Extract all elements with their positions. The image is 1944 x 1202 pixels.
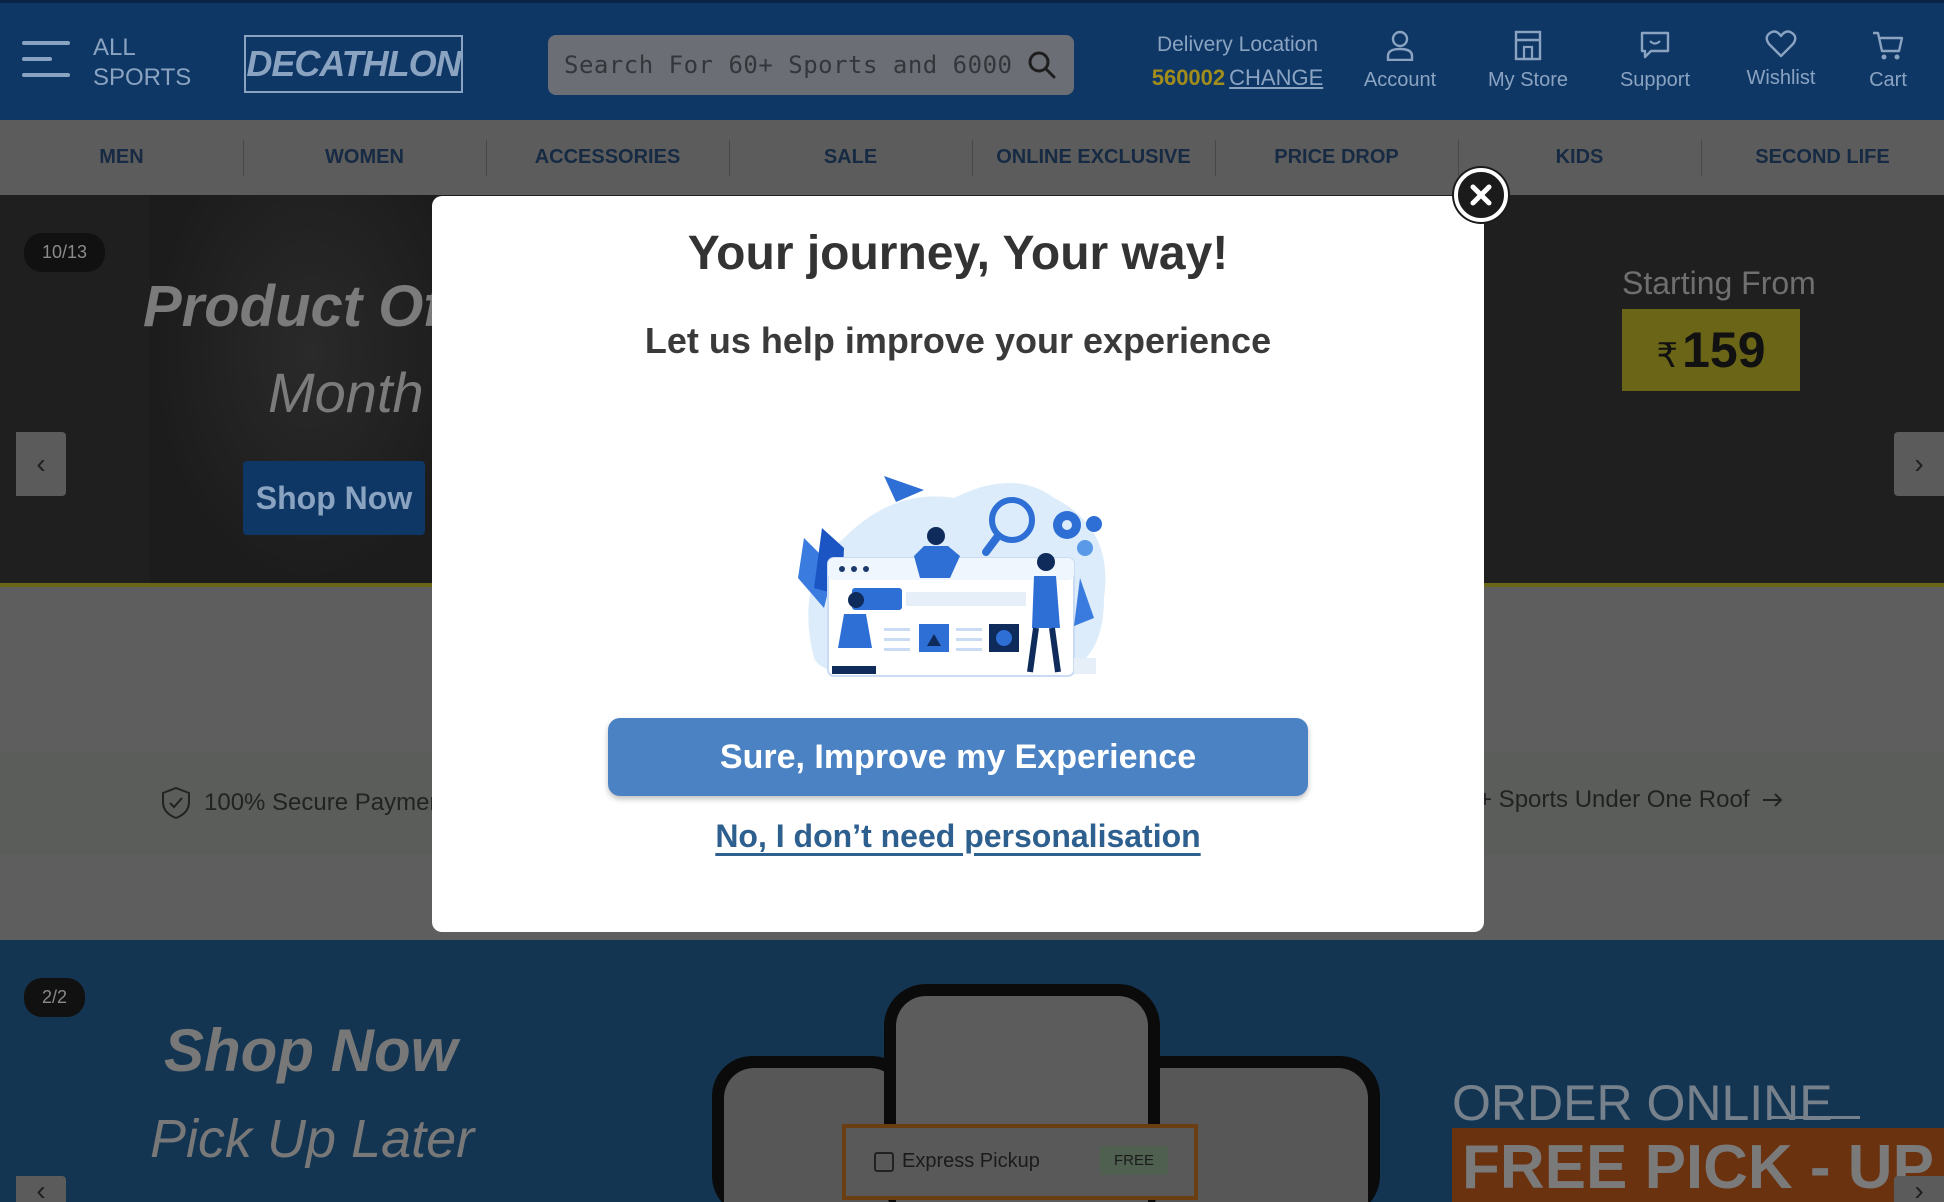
search-icon[interactable] — [1026, 49, 1058, 81]
delivery-pincode: 560002 — [1151, 65, 1226, 90]
chat-icon — [1640, 31, 1670, 59]
delivery-location: Delivery Location 560002 CHANGE — [1150, 33, 1325, 91]
price-badge: ₹159 — [1622, 309, 1800, 391]
category-nav: MEN WOMEN ACCESSORIES SALE ONLINE EXCLUS… — [0, 120, 1944, 195]
search-bar — [548, 35, 1074, 95]
category-sale[interactable]: SALE — [729, 120, 972, 195]
decathlon-logo[interactable]: DECATHLON — [244, 35, 463, 93]
category-women[interactable]: WOMEN — [243, 120, 486, 195]
carousel-next-button[interactable]: › — [1894, 432, 1944, 496]
search-input[interactable] — [564, 35, 1012, 95]
account-label: Account — [1363, 69, 1437, 91]
secure-payments-label: 100% Secure Payments — [204, 789, 462, 816]
order-online-heading: ORDER ONLINE — [1452, 1075, 1833, 1131]
delivery-location-title: Delivery Location — [1156, 33, 1319, 56]
carousel-prev-button[interactable]: ‹ — [16, 432, 66, 496]
carousel2-next-button[interactable]: › — [1894, 1176, 1944, 1202]
checkbox-icon — [874, 1152, 894, 1172]
my-store-button[interactable]: My Store — [1482, 29, 1574, 92]
category-second-life[interactable]: SECOND LIFE — [1701, 120, 1944, 195]
express-pickup-card: Express Pickup FREE — [842, 1124, 1198, 1200]
wishlist-button[interactable]: Wishlist — [1738, 29, 1824, 90]
category-online-exclusive[interactable]: ONLINE EXCLUSIVE — [972, 120, 1215, 195]
improve-experience-button[interactable]: Sure, Improve my Experience — [608, 718, 1308, 796]
user-icon — [1386, 30, 1414, 61]
category-price-drop[interactable]: PRICE DROP — [1215, 120, 1458, 195]
cart-icon — [1873, 31, 1904, 60]
all-sports-menu[interactable]: ALL SPORTS — [93, 33, 191, 93]
hero-title: Product Of — [143, 274, 443, 339]
personalisation-modal: Your journey, Your way! Let us help impr… — [432, 196, 1484, 932]
slide-counter: 10/13 — [24, 233, 106, 272]
secure-payments-item: 100% Secure Payments — [160, 786, 461, 820]
all-sports-line1: ALL — [93, 34, 136, 61]
cart-label: Cart — [1869, 69, 1907, 91]
sports-under-one-roof-label: + Sports Under One Roof — [1478, 786, 1750, 813]
heading-underline — [1768, 1116, 1860, 1119]
hero2-title: Shop Now — [164, 1017, 458, 1084]
hamburger-menu-icon[interactable] — [22, 41, 70, 83]
cart-button[interactable]: Cart — [1860, 29, 1916, 92]
change-location-link[interactable]: CHANGE — [1229, 65, 1323, 90]
category-men[interactable]: MEN — [0, 120, 243, 195]
shield-check-icon — [162, 786, 190, 820]
free-tag: FREE — [1099, 1146, 1168, 1175]
hero-title-line2: Month — [268, 361, 424, 424]
account-button[interactable]: Account — [1360, 29, 1440, 92]
price-value: 159 — [1682, 322, 1766, 378]
free-pickup-badge: FREE PICK - UP — [1452, 1128, 1944, 1202]
express-pickup-label: Express Pickup — [902, 1150, 1040, 1172]
starting-from-label: Starting From — [1622, 265, 1816, 301]
category-accessories[interactable]: ACCESSORIES — [486, 120, 729, 195]
my-store-label: My Store — [1487, 69, 1569, 91]
hero2-subtitle: Pick Up Later — [150, 1109, 475, 1169]
modal-title: Your journey, Your way! — [687, 227, 1229, 280]
support-label: Support — [1619, 69, 1691, 91]
sports-under-one-roof-item[interactable]: + Sports Under One Roof — [1478, 786, 1785, 814]
shop-now-button[interactable]: Shop Now — [243, 461, 425, 535]
wishlist-label: Wishlist — [1746, 67, 1816, 89]
slide-counter-2: 2/2 — [24, 978, 86, 1017]
modal-subtitle: Let us help improve your experience — [644, 320, 1272, 361]
hero-banner-pickup[interactable]: 2/2 Shop Now Pick Up Later Express Picku… — [0, 940, 1944, 1202]
close-icon[interactable] — [1454, 168, 1508, 222]
all-sports-line2: SPORTS — [93, 64, 192, 91]
decline-personalisation-link[interactable]: No, I don’t need personalisation — [432, 818, 1484, 855]
top-header: ALL SPORTS DECATHLON Delivery Location 5… — [0, 0, 1944, 120]
team-collaboration-illustration — [798, 476, 1106, 677]
support-button[interactable]: Support — [1612, 29, 1698, 92]
arrow-right-icon — [1763, 793, 1783, 807]
heart-icon — [1765, 30, 1797, 58]
rupee-symbol: ₹ — [1656, 337, 1679, 375]
store-icon — [1514, 30, 1542, 61]
carousel2-prev-button[interactable]: ‹ — [16, 1176, 66, 1202]
